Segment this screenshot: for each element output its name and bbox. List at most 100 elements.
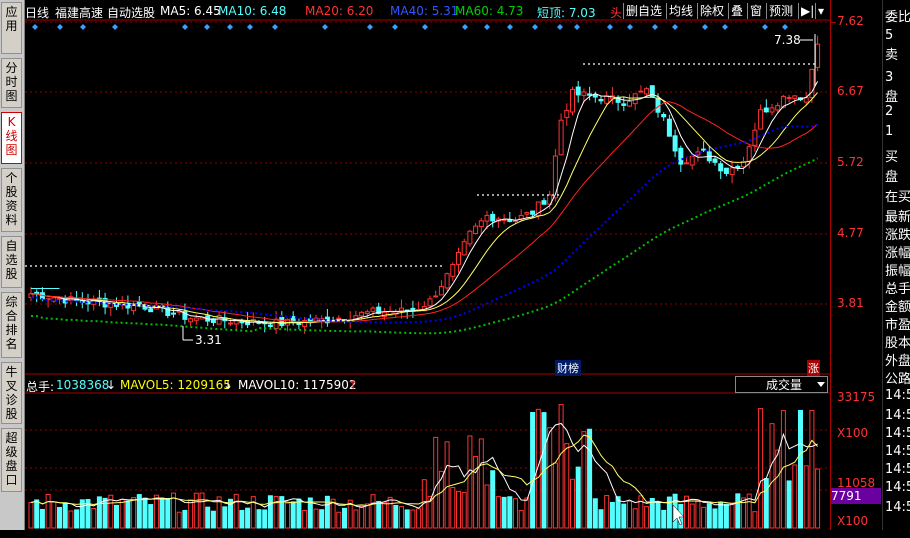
volume-bar <box>233 493 239 529</box>
volume-bar <box>484 484 490 529</box>
quote-panel-text: 涨跌 <box>885 228 910 243</box>
volume-bar <box>723 503 729 529</box>
volume-bar <box>393 504 399 529</box>
volume-bar <box>495 496 501 529</box>
event-diamond-icon <box>574 24 580 30</box>
event-diamond-icon <box>532 24 538 30</box>
volume-bar <box>416 508 422 529</box>
quote-panel-text: 金额 <box>885 300 910 315</box>
price-tick-label: 5.72 <box>837 155 864 169</box>
moving-average-button[interactable]: 均线 <box>666 3 696 19</box>
quote-panel-text: 5 <box>885 28 894 43</box>
event-diamond-icon <box>112 24 118 30</box>
candle-body <box>592 94 598 98</box>
event-diamond-icon <box>182 24 188 30</box>
volume-bar <box>210 510 216 529</box>
candle-body <box>267 324 273 327</box>
candle-body <box>581 91 587 96</box>
event-diamond-icon <box>557 24 563 30</box>
tab-3[interactable]: 个股资料 <box>1 168 22 232</box>
candle-body <box>541 200 547 205</box>
event-diamond-icon <box>484 24 490 30</box>
candle-body <box>467 230 473 245</box>
volume-bar <box>706 503 712 529</box>
tab-7[interactable]: 超级盘口 <box>1 428 22 492</box>
volume-bar <box>102 497 108 529</box>
ex-rights-button[interactable]: 除权 <box>697 3 727 19</box>
volume-bar <box>775 449 781 529</box>
tab-1[interactable]: 分时图 <box>1 58 22 108</box>
candle-body <box>171 312 176 315</box>
caibang-marker[interactable]: 财榜 <box>555 360 581 376</box>
volume-bar <box>290 501 296 529</box>
volume-bar <box>62 502 68 529</box>
volume-bar <box>285 502 290 529</box>
tab-5[interactable]: 综合排名 <box>1 292 22 358</box>
volume-bar <box>444 441 450 529</box>
volume-bar <box>433 436 439 529</box>
volume-bar <box>188 499 194 529</box>
candle-body <box>188 318 194 323</box>
candle-body <box>627 100 632 107</box>
volume-bar <box>148 504 154 529</box>
volume-bar <box>336 511 342 529</box>
candle-body <box>233 320 239 325</box>
volume-bar <box>758 408 764 529</box>
volume-bar <box>57 506 62 529</box>
volume-bar <box>513 498 518 529</box>
quote-panel-text: 买 <box>885 150 899 165</box>
candle-body <box>570 88 575 113</box>
forecast-button[interactable]: 预测 <box>766 3 796 19</box>
quote-panel-text: 盘 <box>885 170 899 185</box>
quote-panel-text: 14:5 <box>885 480 910 495</box>
quote-panel-text: 14:5 <box>885 444 910 459</box>
event-diamond-icon <box>762 24 768 30</box>
volume-unit-label: X100 <box>837 514 869 528</box>
quote-panel-text: 委比 <box>885 10 910 25</box>
remove-watchlist-button[interactable]: 删自选 <box>623 3 665 19</box>
candle-body <box>273 318 279 329</box>
quote-panel-text: 14:5 <box>885 426 910 441</box>
candle-body <box>399 307 404 312</box>
volume-bar <box>592 498 598 529</box>
volume-bar <box>815 468 821 529</box>
volume-selector-label: 成交量 <box>766 378 803 392</box>
volume-bar <box>638 495 644 529</box>
volume-bar <box>530 412 536 529</box>
event-diamond-icon <box>627 24 633 30</box>
kline-chart-area[interactable]: 7.38 3.31 <box>25 0 830 530</box>
volume-bar <box>735 493 741 529</box>
candle-body <box>438 285 444 296</box>
volume-bar <box>689 503 695 529</box>
quote-panel-text: 市盈 <box>885 318 910 333</box>
volume-bar <box>524 497 530 529</box>
tab-6[interactable]: 牛叉诊股 <box>1 362 22 424</box>
candle-body <box>558 119 564 156</box>
candle-body <box>718 163 724 172</box>
event-diamond-icon <box>722 24 728 30</box>
event-diamond-icon <box>507 24 513 30</box>
volume-indicator-select[interactable]: 成交量 <box>735 376 828 393</box>
window-button[interactable]: 窗 <box>747 3 765 19</box>
tab-0[interactable]: 应用 <box>1 2 22 54</box>
candle-body <box>359 311 365 317</box>
candle-body <box>803 97 809 103</box>
candle-body <box>552 155 558 199</box>
stock-kline-window: 应用 分时图 K线图 个股资料 自选股 综合排名 牛叉诊股 超级盘口 7.38 3.31 日线 … <box>0 0 910 538</box>
quote-panel-text: 股本 <box>885 336 910 351</box>
period-label[interactable]: 日线 <box>25 4 49 21</box>
tab-4[interactable]: 自选股 <box>1 236 22 288</box>
volume-bar <box>661 509 667 529</box>
overlay-button[interactable]: 叠 <box>728 3 746 19</box>
volume-bar <box>267 495 273 529</box>
volume-bar <box>473 455 479 529</box>
tab-2[interactable]: K线图 <box>1 112 22 164</box>
volume-bar <box>74 509 80 529</box>
volume-bar <box>381 501 387 529</box>
volume-bar <box>376 500 382 529</box>
play-icon[interactable]: ▶| <box>798 3 816 19</box>
quote-panel-text: 在买 <box>885 190 910 205</box>
auto-pick-label[interactable]: 自动选股 <box>107 4 155 21</box>
ma20-label: MA20: 6.20 <box>305 4 374 18</box>
candle-body <box>148 308 154 313</box>
